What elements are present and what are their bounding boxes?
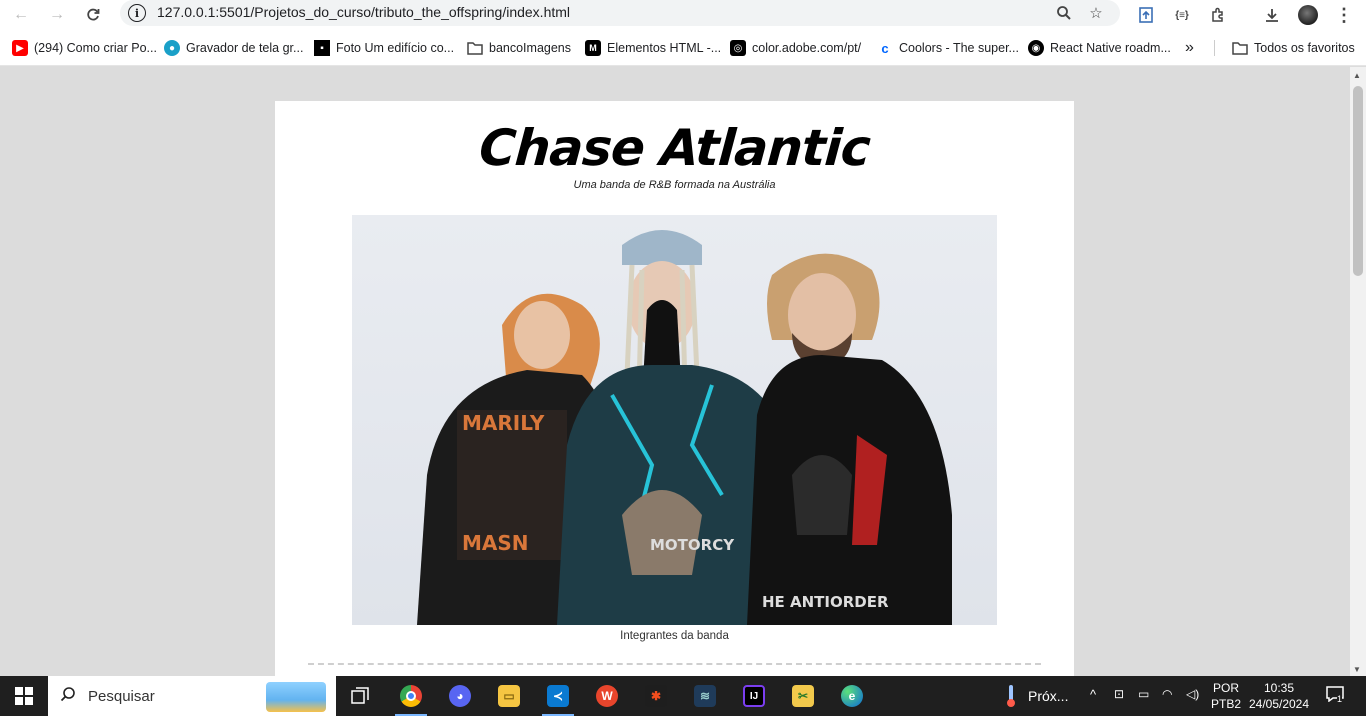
address-bar[interactable]: i 127.0.0.1:5501/Projetos_do_curso/tribu… bbox=[120, 0, 1120, 26]
bookmark-label: Coolors - The super... bbox=[899, 41, 1019, 55]
all-bookmarks-folder[interactable]: Todos os favoritos bbox=[1232, 39, 1355, 57]
bookmark-item[interactable]: ◉ React Native roadm... bbox=[1028, 39, 1171, 57]
page-subtitle: Uma banda de R&B formada na Austrália bbox=[573, 179, 776, 191]
bookmark-item[interactable]: ▶ (294) Como criar Po... bbox=[12, 39, 157, 57]
site-info-icon[interactable]: i bbox=[128, 4, 146, 22]
snipping-tool-taskbar-icon[interactable]: ✂ bbox=[779, 676, 827, 716]
scrollbar-thumb[interactable] bbox=[1353, 86, 1363, 276]
coolors-icon: c bbox=[881, 40, 889, 56]
bookmark-star-icon[interactable]: ☆ bbox=[1083, 0, 1109, 26]
wps-office-taskbar-icon[interactable]: W bbox=[583, 676, 631, 716]
windows-start-button[interactable] bbox=[0, 676, 48, 716]
address-url[interactable]: 127.0.0.1:5501/Projetos_do_curso/tributo… bbox=[157, 4, 570, 20]
band-photo-illustration: MARILY MASN MOTORCY HE ANTIORDER bbox=[417, 230, 952, 625]
bookmark-label: React Native roadm... bbox=[1050, 41, 1171, 55]
language-bottom[interactable]: PTB2 bbox=[1210, 697, 1242, 711]
forward-arrow-icon[interactable]: → bbox=[44, 2, 70, 28]
intellij-taskbar-icon[interactable]: IJ bbox=[730, 676, 778, 716]
bookmarks-bar: ▶ (294) Como criar Po... ● Gravador de t… bbox=[0, 30, 1366, 66]
clock-date[interactable]: 24/05/2024 bbox=[1246, 697, 1312, 711]
language-top[interactable]: POR bbox=[1210, 681, 1242, 695]
extensions-puzzle-icon[interactable] bbox=[1205, 2, 1231, 28]
search-highlight-image bbox=[266, 682, 326, 712]
page-viewport: Chase Atlantic Uma banda de R&B formada … bbox=[0, 67, 1350, 676]
profile-avatar[interactable] bbox=[1295, 2, 1321, 28]
bookmark-item[interactable]: ◎ color.adobe.com/pt/ bbox=[730, 39, 861, 57]
figma-taskbar-icon[interactable]: ✱ bbox=[632, 676, 680, 716]
github-icon: ◉ bbox=[1028, 40, 1044, 56]
youtube-icon: ▶ bbox=[12, 40, 28, 56]
folder-icon bbox=[467, 40, 483, 56]
clock-time[interactable]: 10:35 bbox=[1246, 681, 1312, 695]
bookmark-label: (294) Como criar Po... bbox=[34, 41, 157, 55]
notifications-count: 1 bbox=[1337, 694, 1343, 704]
discord-taskbar-icon[interactable]: ◕ bbox=[436, 676, 484, 716]
vscode-taskbar-icon[interactable]: ≺ bbox=[534, 676, 582, 716]
chrome-taskbar-icon[interactable] bbox=[387, 676, 435, 716]
svg-text:HE ANTIORDER: HE ANTIORDER bbox=[762, 593, 889, 611]
search-icon bbox=[60, 686, 80, 707]
bookmark-item[interactable]: ▪ Foto Um edifício co... bbox=[314, 39, 454, 57]
bookmark-label: bancoImagens bbox=[489, 41, 572, 55]
windows-logo-icon bbox=[15, 687, 33, 705]
scroll-down-arrow-icon[interactable]: ▼ bbox=[1353, 665, 1361, 674]
bookmark-label: Todos os favoritos bbox=[1254, 41, 1355, 55]
zoom-icon[interactable] bbox=[1051, 0, 1077, 26]
section-divider bbox=[308, 663, 1041, 665]
svg-text:MARILY: MARILY bbox=[462, 411, 545, 435]
mysql-workbench-taskbar-icon[interactable]: ≋ bbox=[681, 676, 729, 716]
bookmark-label: Gravador de tela gr... bbox=[186, 41, 304, 55]
meet-now-icon[interactable]: ⊡ bbox=[1114, 687, 1124, 701]
band-photo: MARILY MASN MOTORCY HE ANTIORDER bbox=[352, 215, 997, 625]
json-extension-icon[interactable]: {≡} bbox=[1169, 2, 1195, 28]
reload-icon[interactable] bbox=[80, 2, 106, 28]
download-icon[interactable] bbox=[1259, 2, 1285, 28]
task-view-icon[interactable] bbox=[336, 676, 384, 716]
bookmarks-divider bbox=[1214, 40, 1215, 56]
notifications-icon[interactable]: 1 bbox=[1324, 686, 1346, 706]
bookmark-item[interactable]: M Elementos HTML -... bbox=[585, 39, 721, 57]
taskbar-search[interactable]: Pesquisar bbox=[48, 676, 336, 716]
photo-caption: Integrantes da banda bbox=[620, 630, 729, 642]
folder-icon bbox=[1232, 40, 1248, 56]
windows-taskbar: Pesquisar ◕ ▭ ≺ W ✱ ≋ IJ ✂ e Próx... ^ ⊡… bbox=[0, 676, 1366, 716]
bookmark-folder[interactable]: bancoImagens bbox=[467, 39, 571, 57]
page-scrollbar[interactable]: ▲ ▼ bbox=[1350, 67, 1366, 676]
wifi-icon[interactable]: ◠ bbox=[1162, 687, 1172, 701]
volume-icon[interactable]: ◁) bbox=[1186, 687, 1199, 701]
extension-upload-icon[interactable] bbox=[1133, 2, 1159, 28]
search-placeholder: Pesquisar bbox=[88, 687, 155, 705]
mdn-icon: M bbox=[585, 40, 601, 56]
bookmark-label: color.adobe.com/pt/ bbox=[752, 41, 862, 55]
more-bookmarks-button[interactable]: » bbox=[1185, 39, 1194, 57]
svg-text:MASN: MASN bbox=[462, 531, 529, 555]
chevron-up-icon[interactable]: ^ bbox=[1090, 687, 1096, 702]
scroll-up-arrow-icon[interactable]: ▲ bbox=[1353, 71, 1361, 80]
bookmark-item[interactable]: ● Gravador de tela gr... bbox=[164, 39, 303, 57]
svg-text:MOTORCY: MOTORCY bbox=[650, 536, 735, 554]
back-arrow-icon[interactable]: ← bbox=[8, 2, 34, 28]
bookmark-item[interactable]: c Coolors - The super... bbox=[877, 39, 1019, 57]
adobe-color-icon: ◎ bbox=[730, 40, 746, 56]
unsplash-icon: ▪ bbox=[314, 40, 330, 56]
bookmark-label: Elementos HTML -... bbox=[607, 41, 722, 55]
thermometer-icon[interactable] bbox=[996, 676, 1026, 716]
page-title: Chase Atlantic bbox=[477, 119, 872, 177]
bookmark-label: Foto Um edifício co... bbox=[336, 41, 455, 55]
tribute-card: Chase Atlantic Uma banda de R&B formada … bbox=[275, 101, 1074, 676]
browser-toolbar: ← → i 127.0.0.1:5501/Projetos_do_curso/t… bbox=[0, 0, 1366, 30]
weather-label[interactable]: Próx... bbox=[1028, 688, 1068, 704]
battery-icon[interactable]: ▭ bbox=[1138, 687, 1149, 701]
edge-taskbar-icon[interactable]: e bbox=[828, 676, 876, 716]
file-explorer-taskbar-icon[interactable]: ▭ bbox=[485, 676, 533, 716]
screen-recorder-icon: ● bbox=[164, 40, 180, 56]
menu-kebab-icon[interactable]: ⋮ bbox=[1331, 2, 1357, 28]
